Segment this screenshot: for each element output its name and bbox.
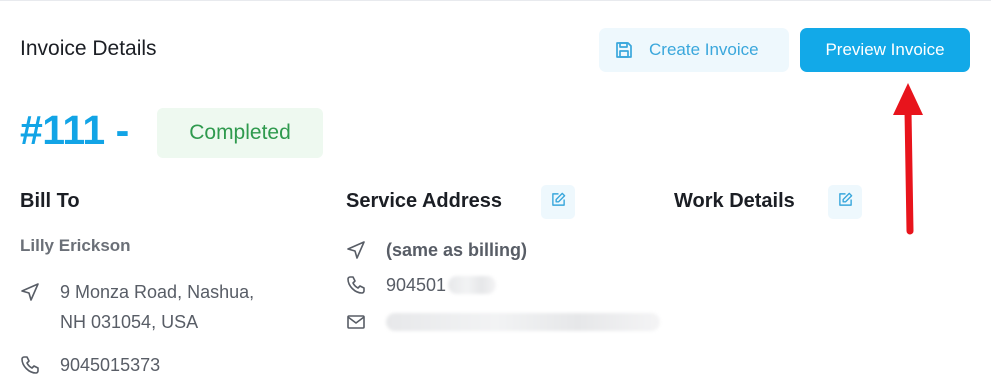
service-address: (same as billing) (386, 240, 528, 260)
edit-icon (551, 192, 566, 212)
address-line-1: 9 Monza Road, Nashua, (60, 282, 255, 302)
preview-invoice-label: Preview Invoice (825, 40, 945, 59)
edit-icon (838, 192, 853, 212)
mail-icon (346, 307, 368, 337)
preview-invoice-button[interactable]: Preview Invoice (800, 28, 970, 72)
navigation-arrow-icon (20, 277, 42, 307)
customer-name: Lilly Erickson (20, 236, 131, 255)
work-details-heading: Work Details (674, 190, 795, 212)
service-phone[interactable]: 904501 (386, 270, 446, 300)
service-address-row: (same as billing) (346, 235, 527, 265)
invoice-details-panel: Invoice Details Create Invoice Preview I… (0, 0, 991, 388)
billing-phone-row: 9045015373 (20, 350, 160, 380)
annotation-arrow-icon (893, 83, 923, 235)
navigation-arrow-icon (346, 235, 368, 265)
address-line-2: NH 031054, USA (60, 312, 199, 332)
billing-phone[interactable]: 9045015373 (60, 350, 160, 380)
bill-to-heading: Bill To (20, 190, 80, 212)
billing-address: 9 Monza Road, Nashua, NH 031054, USA (20, 277, 254, 337)
service-phone-row: 904501 (346, 270, 497, 300)
status-badge: Completed (157, 108, 323, 158)
redacted-phone-digits (448, 276, 497, 294)
edit-service-address-button[interactable] (541, 185, 575, 219)
page-title: Invoice Details (20, 37, 157, 60)
create-invoice-button[interactable]: Create Invoice (599, 28, 789, 72)
invoice-number: #111 - (20, 107, 129, 153)
save-icon (614, 40, 634, 60)
create-invoice-label: Create Invoice (649, 40, 759, 59)
service-address-heading: Service Address (346, 190, 503, 212)
redacted-email (386, 313, 660, 331)
service-email-row (346, 307, 660, 337)
edit-work-details-button[interactable] (828, 185, 862, 219)
phone-icon (20, 350, 42, 380)
phone-icon (346, 270, 368, 300)
